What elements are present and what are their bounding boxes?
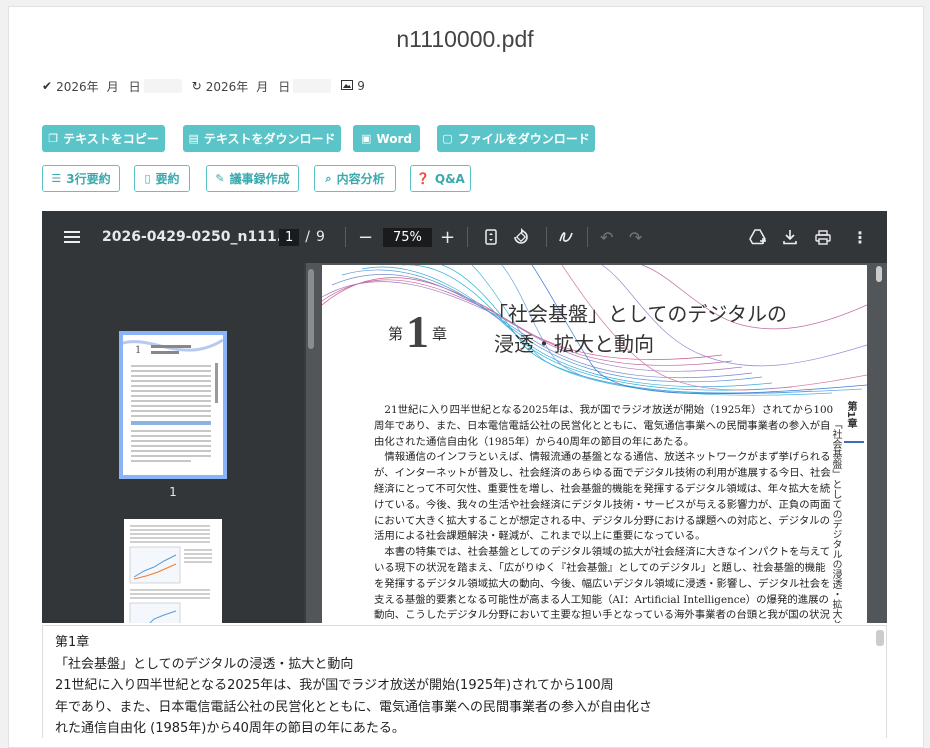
image-icon xyxy=(341,79,354,93)
undo-icon[interactable]: ↶ xyxy=(600,211,613,263)
copy-icon: ❐ xyxy=(48,132,59,145)
list-icon: ☰ xyxy=(51,172,62,185)
draw-icon[interactable] xyxy=(558,211,574,263)
thumbnail-page-1[interactable]: 1 xyxy=(119,331,227,479)
file-meta: ✔ 2026年 月 日 ↻ 2026年 月 日 9 xyxy=(42,78,365,94)
total-pages: 9 xyxy=(316,229,325,245)
thumbnail-label-1: 1 xyxy=(169,485,177,499)
rotate-icon[interactable] xyxy=(512,211,530,263)
minutes-button[interactable]: ✎ 議事録作成 xyxy=(206,165,299,192)
updated-redacted xyxy=(293,79,332,93)
paragraph: 情報通信のインフラといえば、情報流通の基盤となる通信、放送ネットワークがまず挙げ… xyxy=(374,451,831,543)
file-pdf-icon: ▢ xyxy=(442,132,453,145)
three-line-summary-button[interactable]: ☰ 3行要約 xyxy=(42,165,120,192)
qa-button[interactable]: ❓ Q&A xyxy=(410,165,471,192)
page-indicator: 1 / 9 xyxy=(279,211,325,263)
question-icon: ❓ xyxy=(416,172,430,185)
zoom-level[interactable]: 75% xyxy=(383,211,432,263)
page-body-text: 21世紀に入り四半世紀となる2025年は、我が国でラジオ放送が開始（1925年）… xyxy=(374,403,834,623)
page-title: n1110000.pdf xyxy=(396,26,534,52)
chapter-title: 「社会基盤」としてのデジタルの 浸透・拡大と動向 xyxy=(488,302,787,356)
redo-icon[interactable]: ↷ xyxy=(629,211,642,263)
document-area: 第1 章 「社会基盤」としてのデジタルの 浸透・拡大と動向 21世紀に入り四半世紀… xyxy=(316,263,887,623)
download-icon[interactable] xyxy=(783,211,797,263)
refresh-icon: ↻ xyxy=(191,79,202,93)
chapter-number: 第1 章 xyxy=(388,306,448,357)
side-tab-divider xyxy=(844,441,864,443)
document-icon: ▯ xyxy=(144,172,151,185)
check-icon: ✔ xyxy=(42,79,53,93)
file-text-icon: ▤ xyxy=(188,132,199,145)
more-options-icon[interactable]: ⋮ xyxy=(852,211,868,263)
word-icon: ▣ xyxy=(361,132,372,145)
edit-icon: ✎ xyxy=(215,172,225,185)
updated-day: 日 xyxy=(278,79,291,94)
svg-text:1: 1 xyxy=(135,345,141,356)
text-line: 「社会基盤」としてのデジタルの浸透・拡大と動向 xyxy=(55,656,354,672)
search-icon: ⌕ xyxy=(325,171,332,185)
thumbnail-page-2[interactable] xyxy=(124,519,222,623)
text-line: れた通信自由化 (1985年)から40周年の節目の年にあたる。 xyxy=(55,721,405,736)
created-month: 月 xyxy=(106,79,119,94)
sidebar-scrollbar[interactable] xyxy=(306,263,316,623)
paragraph: 本書の特集では、社会基盤としてのデジタル領域の拡大が社会経済に大きなインパクトを… xyxy=(374,546,831,622)
created-year: 2026年 xyxy=(56,79,99,94)
zoom-in-icon[interactable]: + xyxy=(440,211,455,263)
created-redacted xyxy=(143,79,182,93)
word-button[interactable]: ▣ Word xyxy=(353,125,420,152)
viewer-doc-name: 2026-0429-0250_n111... xyxy=(102,229,293,245)
document-scrollbar[interactable] xyxy=(873,263,885,623)
page-number-input[interactable]: 1 xyxy=(279,228,300,246)
paragraph: 21世紀に入り四半世紀となる2025年は、我が国でラジオ放送が開始（1925年）… xyxy=(374,404,834,448)
fit-page-icon[interactable] xyxy=(485,211,497,263)
print-icon[interactable] xyxy=(815,211,831,263)
extracted-text-panel[interactable]: 第1章 「社会基盤」としてのデジタルの浸透・拡大と動向 21世紀に入り四半世紀と… xyxy=(42,625,887,738)
created-day: 日 xyxy=(128,79,141,94)
text-line: 年であり、また、日本電信電話公社の民営化とともに、電気通信事業への民間事業者の参… xyxy=(55,699,652,715)
pdf-page-1: 第1 章 「社会基盤」としてのデジタルの 浸透・拡大と動向 21世紀に入り四半世紀… xyxy=(322,265,867,623)
content-analysis-button[interactable]: ⌕ 内容分析 xyxy=(314,165,396,192)
pdf-viewer: 2026-0429-0250_n111... 1 / 9 − 75% + ↶ ↷ xyxy=(42,211,887,623)
text-panel-scrollbar[interactable] xyxy=(876,630,884,646)
chapter-side-tab: 第1章 「社会基盤」としてのデジタルの浸透・拡大と xyxy=(830,401,856,623)
copy-text-button[interactable]: ❐ テキストをコピー xyxy=(42,125,165,152)
text-line: 第1章 xyxy=(55,635,90,650)
download-text-button[interactable]: ▤ テキストをダウンロード xyxy=(183,125,341,152)
updated-year: 2026年 xyxy=(205,79,249,94)
thumbnail-sidebar: 1 1 xyxy=(42,263,304,623)
updated-month: 月 xyxy=(256,79,269,94)
zoom-out-icon[interactable]: − xyxy=(358,211,373,263)
add-to-drive-icon[interactable] xyxy=(749,211,767,263)
viewer-toolbar: 2026-0429-0250_n111... 1 / 9 − 75% + ↶ ↷ xyxy=(42,211,887,263)
menu-icon[interactable] xyxy=(64,211,80,263)
text-line: 21世紀に入り四半世紀となる2025年は、我が国でラジオ放送が開始(1925年)… xyxy=(55,678,614,693)
download-file-button[interactable]: ▢ ファイルをダウンロード xyxy=(437,125,595,152)
summary-button[interactable]: ▯ 要約 xyxy=(134,165,190,192)
image-count: 9 xyxy=(357,79,365,93)
